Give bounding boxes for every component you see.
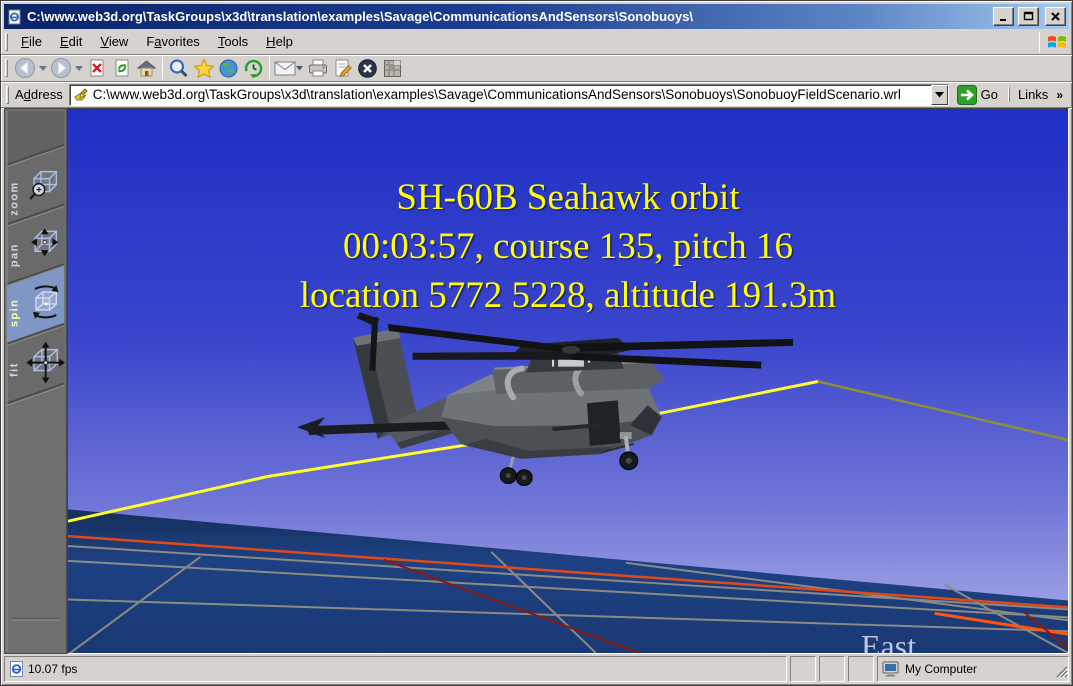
- status-zone-panel: My Computer: [877, 656, 1069, 682]
- sidebar-label-zoom: zoom: [9, 181, 21, 215]
- go-label: Go: [981, 87, 998, 102]
- mail-button[interactable]: [273, 56, 305, 80]
- zone-label: My Computer: [905, 662, 977, 676]
- links-chevron-icon: »: [1056, 88, 1063, 102]
- history-button[interactable]: [241, 56, 266, 80]
- discuss-icon: [357, 58, 378, 79]
- mail-icon: [274, 58, 304, 78]
- resize-grip[interactable]: [1054, 664, 1068, 681]
- chevron-down-icon: [75, 66, 83, 71]
- ie-document-icon: [7, 9, 23, 25]
- close-icon: [1050, 11, 1061, 22]
- printer-icon: [307, 58, 329, 78]
- favorites-button[interactable]: [191, 56, 216, 80]
- research-icon: [383, 59, 402, 78]
- discuss-button[interactable]: [355, 56, 380, 80]
- status-panel: [790, 656, 816, 682]
- toolbar-grip[interactable]: [5, 59, 8, 77]
- close-button[interactable]: [1045, 7, 1066, 26]
- forward-icon: [50, 57, 72, 79]
- status-fps-panel: 10.07 fps: [4, 656, 787, 682]
- menu-tools[interactable]: Tools: [209, 31, 257, 52]
- address-input[interactable]: [93, 86, 931, 104]
- minimize-button[interactable]: [993, 7, 1014, 26]
- edit-button[interactable]: [330, 56, 355, 80]
- home-icon: [136, 58, 157, 78]
- browser-window: C:\www.web3d.org\TaskGroups\x3d\translat…: [0, 0, 1073, 686]
- back-button[interactable]: [12, 56, 37, 80]
- back-dropdown[interactable]: [37, 56, 48, 80]
- toolbar: [1, 55, 1072, 82]
- maximize-icon: [1023, 11, 1034, 22]
- maximize-button[interactable]: [1018, 7, 1039, 26]
- menu-edit[interactable]: Edit: [51, 31, 91, 52]
- toolbar-separator: [162, 57, 163, 79]
- globe-icon: [218, 58, 239, 79]
- vrml-nav-toolbar: zoom pan: [5, 109, 66, 653]
- sidebar-label-pan: pan: [9, 243, 21, 267]
- refresh-icon: [112, 58, 132, 78]
- sidebar-label-fit: fit: [9, 362, 21, 377]
- stop-icon: [87, 58, 107, 78]
- edit-icon: [333, 58, 353, 78]
- chevron-down-icon: [935, 92, 944, 98]
- content-area: zoom pan: [4, 108, 1069, 654]
- menu-bar: File Edit View Favorites Tools Help: [1, 29, 1072, 55]
- menu-help[interactable]: Help: [257, 31, 302, 52]
- links-bar[interactable]: Links »: [1009, 87, 1069, 102]
- resize-grip-icon: [1054, 664, 1068, 678]
- chevron-down-icon: [39, 66, 47, 71]
- menu-separator: [1039, 32, 1040, 52]
- links-label: Links: [1018, 87, 1048, 102]
- menu-view[interactable]: View: [91, 31, 137, 52]
- windows-logo-icon: [1044, 30, 1070, 54]
- sidebar-label-spin: spin: [9, 299, 21, 327]
- vrml-scene: [68, 109, 1068, 653]
- address-combo: [69, 84, 949, 106]
- stop-button[interactable]: [84, 56, 109, 80]
- star-icon: [193, 58, 215, 79]
- forward-dropdown[interactable]: [73, 56, 84, 80]
- status-bar: 10.07 fps My Computer: [4, 656, 1069, 682]
- status-panel: [848, 656, 874, 682]
- address-grip[interactable]: [6, 86, 9, 104]
- history-icon: [243, 58, 264, 79]
- home-button[interactable]: [134, 56, 159, 80]
- address-label: Address: [15, 87, 63, 102]
- ie-page-icon: [9, 661, 24, 677]
- status-panel: [819, 656, 845, 682]
- title-bar[interactable]: C:\www.web3d.org\TaskGroups\x3d\translat…: [4, 4, 1069, 29]
- 3d-viewport[interactable]: SH-60B Seahawk orbit 00:03:57, course 13…: [67, 108, 1069, 654]
- menu-favorites[interactable]: Favorites: [137, 31, 208, 52]
- forward-button[interactable]: [48, 56, 73, 80]
- search-button[interactable]: [166, 56, 191, 80]
- my-computer-icon: [882, 661, 901, 677]
- wrl-file-icon: [73, 87, 90, 103]
- window-title: C:\www.web3d.org\TaskGroups\x3d\translat…: [27, 9, 989, 24]
- toolbar-separator: [269, 57, 270, 79]
- go-icon: [957, 85, 977, 105]
- media-button[interactable]: [216, 56, 241, 80]
- minimize-icon: [998, 11, 1009, 22]
- research-button[interactable]: [380, 56, 405, 80]
- back-icon: [14, 57, 36, 79]
- vrml-nav-sidebar: zoom pan: [4, 108, 67, 654]
- address-bar: Address Go Links »: [1, 82, 1072, 108]
- fps-value: 10.07 fps: [28, 662, 77, 676]
- address-dropdown[interactable]: [931, 85, 948, 105]
- menu-grip[interactable]: [5, 33, 8, 51]
- menu-file[interactable]: File: [12, 31, 51, 52]
- go-button[interactable]: Go: [953, 84, 1005, 106]
- print-button[interactable]: [305, 56, 330, 80]
- refresh-button[interactable]: [109, 56, 134, 80]
- search-icon: [168, 58, 189, 79]
